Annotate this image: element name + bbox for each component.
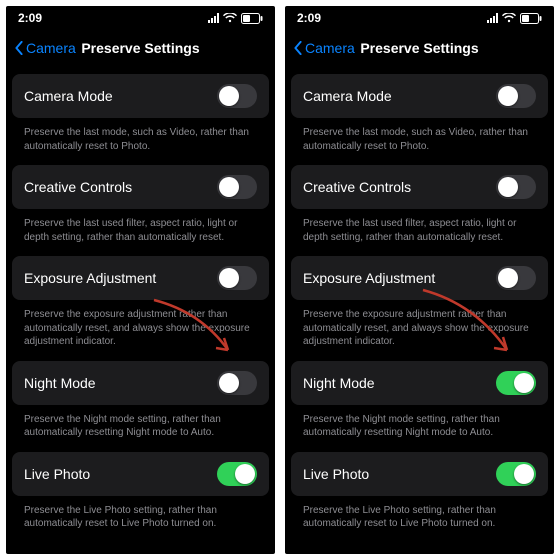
settings-list: Camera Mode Preserve the last mode, such… [285, 74, 554, 543]
row-footer: Preserve the last used filter, aspect ra… [291, 213, 548, 256]
status-time: 2:09 [18, 11, 42, 25]
row-footer: Preserve the Night mode setting, rather … [291, 409, 548, 452]
row-label: Camera Mode [24, 88, 113, 104]
row-camera-mode[interactable]: Camera Mode [12, 74, 269, 118]
phone-pane-right: 2:09 Camera Preserve Settings Camera Mod… [285, 6, 554, 554]
row-label: Night Mode [24, 375, 96, 391]
row-label: Live Photo [24, 466, 90, 482]
wifi-icon [502, 13, 516, 23]
phone-pane-left: 2:09 Camera Preserve Settings Camera Mod… [6, 6, 275, 554]
row-exposure-adjustment[interactable]: Exposure Adjustment [12, 256, 269, 300]
toggle-camera-mode[interactable] [217, 84, 257, 108]
row-live-photo[interactable]: Live Photo [12, 452, 269, 496]
toggle-creative-controls[interactable] [217, 175, 257, 199]
row-label: Live Photo [303, 466, 369, 482]
row-footer: Preserve the exposure adjustment rather … [291, 304, 548, 361]
toggle-night-mode[interactable] [496, 371, 536, 395]
back-button[interactable]: Camera [14, 40, 76, 56]
toggle-exposure-adjustment[interactable] [217, 266, 257, 290]
row-footer: Preserve the exposure adjustment rather … [12, 304, 269, 361]
row-night-mode[interactable]: Night Mode [291, 361, 548, 405]
battery-icon [520, 13, 542, 24]
cellular-icon [208, 13, 219, 23]
wifi-icon [223, 13, 237, 23]
back-button[interactable]: Camera [293, 40, 355, 56]
toggle-live-photo[interactable] [496, 462, 536, 486]
status-right [208, 13, 263, 24]
row-footer: Preserve the Live Photo setting, rather … [291, 500, 548, 543]
row-footer: Preserve the Night mode setting, rather … [12, 409, 269, 452]
back-label: Camera [305, 40, 355, 56]
toggle-exposure-adjustment[interactable] [496, 266, 536, 290]
settings-list: Camera Mode Preserve the last mode, such… [6, 74, 275, 543]
toggle-camera-mode[interactable] [496, 84, 536, 108]
toggle-creative-controls[interactable] [496, 175, 536, 199]
status-right [487, 13, 542, 24]
row-footer: Preserve the Live Photo setting, rather … [12, 500, 269, 543]
row-label: Night Mode [303, 375, 375, 391]
toggle-live-photo[interactable] [217, 462, 257, 486]
battery-icon [241, 13, 263, 24]
row-label: Camera Mode [303, 88, 392, 104]
cellular-icon [487, 13, 498, 23]
chevron-left-icon [14, 41, 24, 55]
toggle-night-mode[interactable] [217, 371, 257, 395]
status-bar: 2:09 [6, 6, 275, 30]
row-live-photo[interactable]: Live Photo [291, 452, 548, 496]
chevron-left-icon [293, 41, 303, 55]
row-label: Exposure Adjustment [303, 270, 435, 286]
row-footer: Preserve the last mode, such as Video, r… [12, 122, 269, 165]
row-footer: Preserve the last used filter, aspect ra… [12, 213, 269, 256]
back-label: Camera [26, 40, 76, 56]
row-label: Exposure Adjustment [24, 270, 156, 286]
nav-bar: Camera Preserve Settings [285, 30, 554, 66]
row-creative-controls[interactable]: Creative Controls [12, 165, 269, 209]
row-camera-mode[interactable]: Camera Mode [291, 74, 548, 118]
row-label: Creative Controls [303, 179, 411, 195]
row-night-mode[interactable]: Night Mode [12, 361, 269, 405]
row-footer: Preserve the last mode, such as Video, r… [291, 122, 548, 165]
nav-bar: Camera Preserve Settings [6, 30, 275, 66]
row-exposure-adjustment[interactable]: Exposure Adjustment [291, 256, 548, 300]
status-bar: 2:09 [285, 6, 554, 30]
status-time: 2:09 [297, 11, 321, 25]
row-label: Creative Controls [24, 179, 132, 195]
row-creative-controls[interactable]: Creative Controls [291, 165, 548, 209]
